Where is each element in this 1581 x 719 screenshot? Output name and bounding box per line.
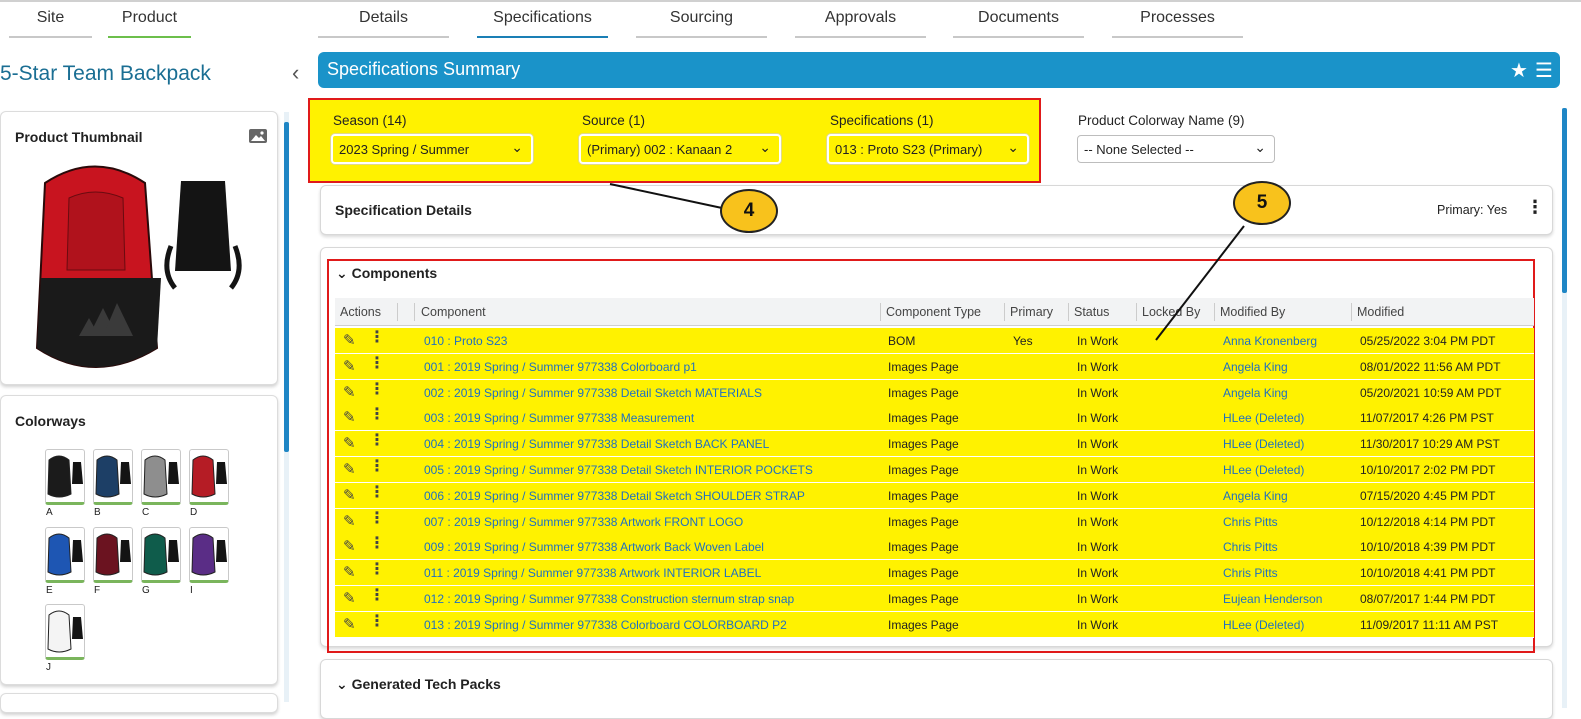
callout-5: 5 — [1233, 181, 1291, 225]
callout-4: 4 — [720, 189, 778, 233]
callout-lines — [609, 183, 1245, 341]
